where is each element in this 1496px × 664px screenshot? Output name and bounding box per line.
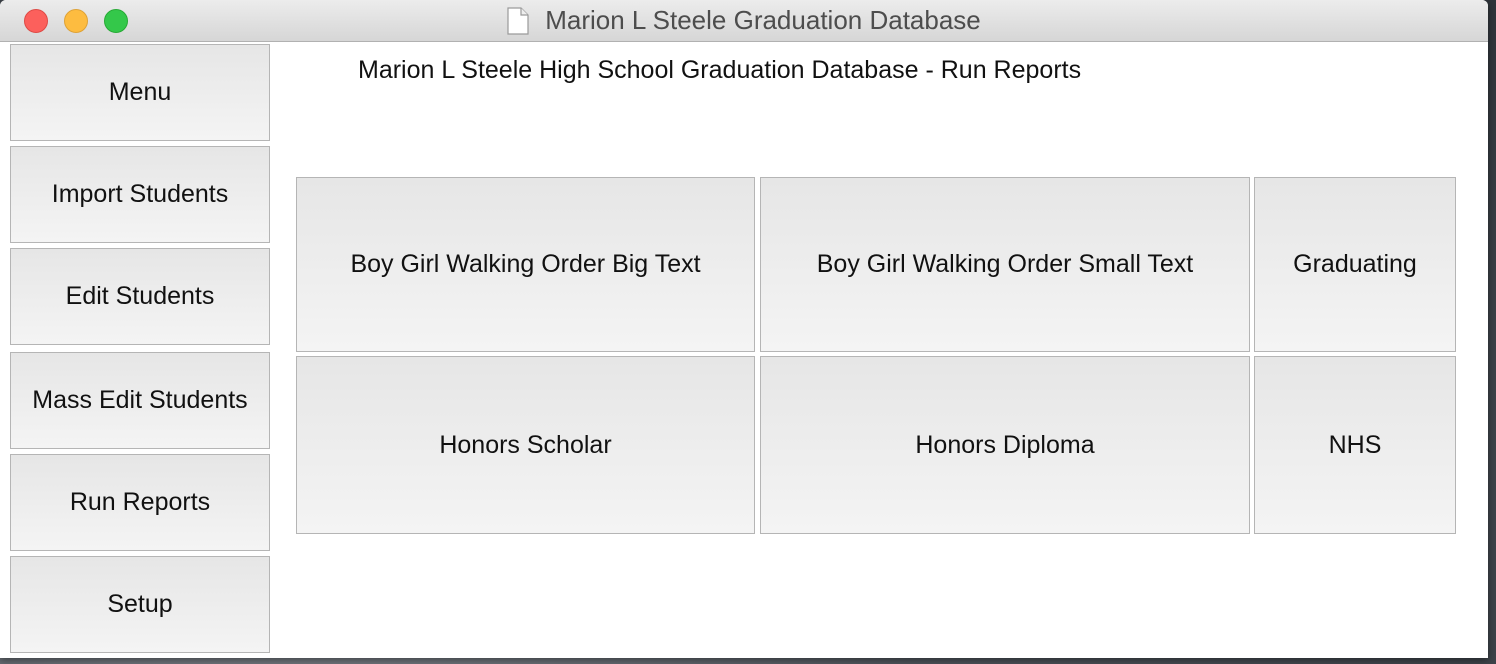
sidebar-item-run-reports[interactable]: Run Reports bbox=[10, 454, 270, 551]
report-nhs-button[interactable]: NHS bbox=[1254, 356, 1456, 534]
page-title: Marion L Steele High School Graduation D… bbox=[358, 56, 1082, 84]
desktop-background: Marion L Steele Graduation Database Menu… bbox=[0, 0, 1496, 664]
title-container: Marion L Steele Graduation Database bbox=[0, 0, 1488, 41]
app-window: Marion L Steele Graduation Database Menu… bbox=[0, 0, 1488, 658]
sidebar-item-setup[interactable]: Setup bbox=[10, 556, 270, 653]
report-honors-diploma-button[interactable]: Honors Diploma bbox=[760, 356, 1250, 534]
title-bar[interactable]: Marion L Steele Graduation Database bbox=[0, 0, 1488, 42]
report-boy-girl-big-text-button[interactable]: Boy Girl Walking Order Big Text bbox=[296, 177, 755, 352]
report-honors-scholar-button[interactable]: Honors Scholar bbox=[296, 356, 755, 534]
sidebar-item-mass-edit-students[interactable]: Mass Edit Students bbox=[10, 352, 270, 449]
document-icon bbox=[507, 6, 529, 35]
window-title: Marion L Steele Graduation Database bbox=[545, 5, 981, 35]
report-boy-girl-small-text-button[interactable]: Boy Girl Walking Order Small Text bbox=[760, 177, 1250, 352]
report-graduating-button[interactable]: Graduating bbox=[1254, 177, 1456, 352]
sidebar-item-menu[interactable]: Menu bbox=[10, 44, 270, 141]
sidebar-item-edit-students[interactable]: Edit Students bbox=[10, 248, 270, 345]
sidebar-item-import-students[interactable]: Import Students bbox=[10, 146, 270, 243]
